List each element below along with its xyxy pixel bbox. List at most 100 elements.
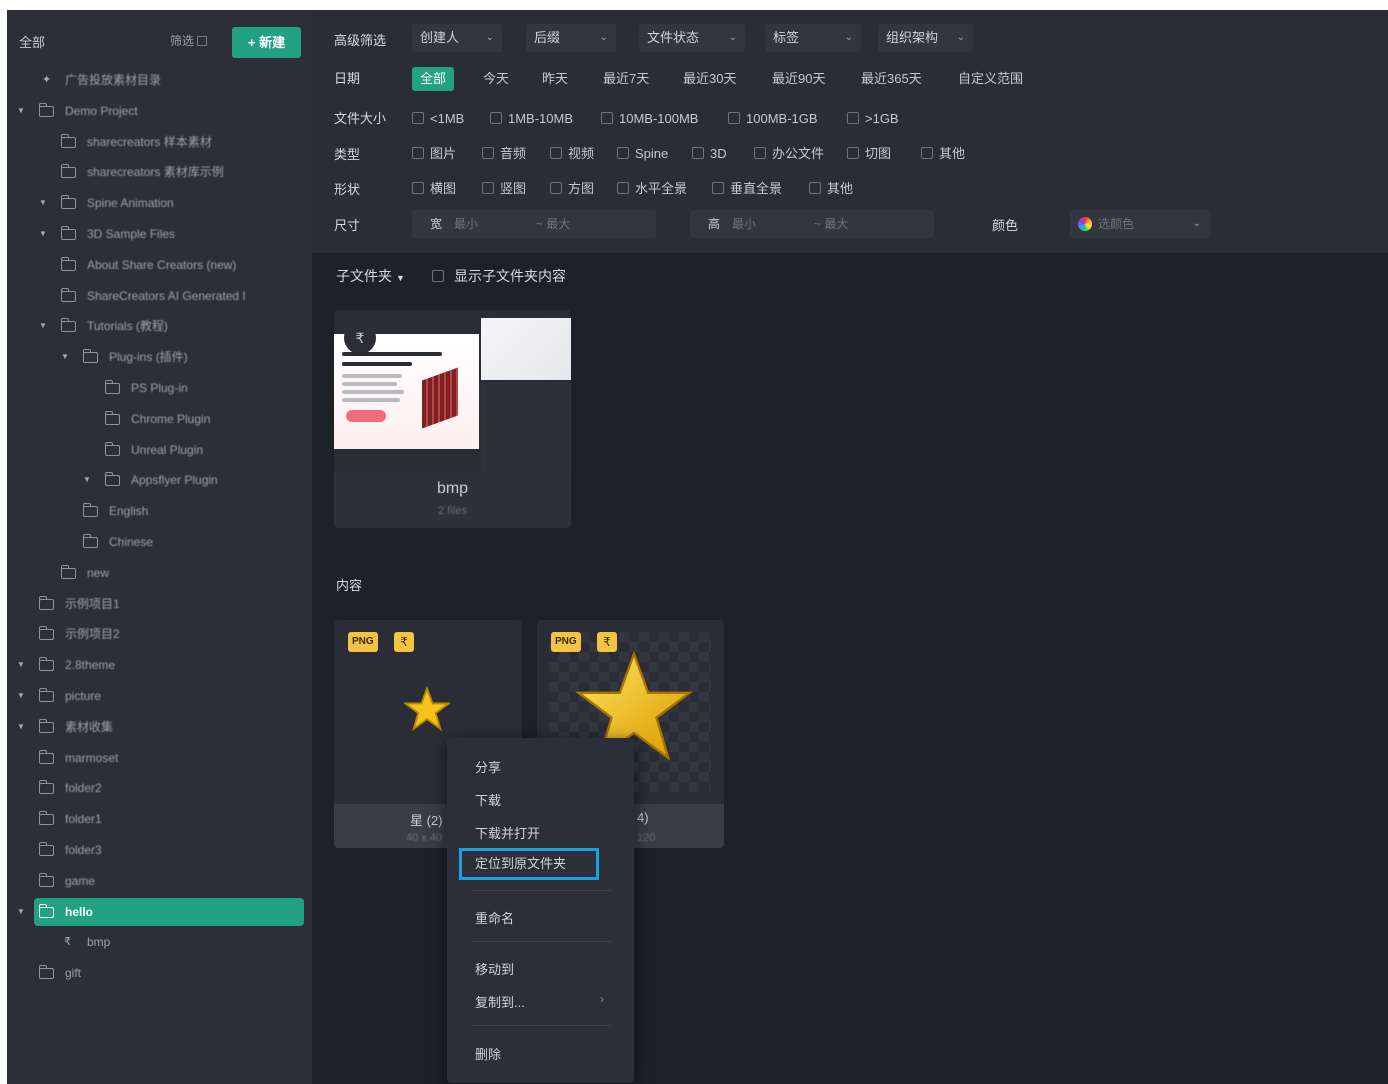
type-checkbox[interactable]: 音频 xyxy=(482,145,526,163)
date-chip-custom[interactable]: 自定义范围 xyxy=(950,67,1031,91)
type-checkbox[interactable]: 其他 xyxy=(921,145,965,163)
tree-item[interactable]: ▼ 2.8theme xyxy=(7,651,312,679)
file-size-checkbox[interactable]: >1GB xyxy=(847,110,899,128)
tree-item[interactable]: About Share Creators (new) xyxy=(7,251,312,279)
shape-checkbox[interactable]: 方图 xyxy=(550,180,594,198)
date-chip-all[interactable]: 全部 xyxy=(412,67,455,91)
tree-item-label: folder1 xyxy=(65,812,102,827)
sidebar-title[interactable]: 全部 xyxy=(19,32,45,51)
date-chip-yesterday[interactable]: 昨天 xyxy=(534,67,576,91)
tree-item[interactable]: Chinese xyxy=(7,528,312,556)
type-checkbox[interactable]: 切图 xyxy=(847,145,891,163)
tree-item-label: Appsflyer Plugin xyxy=(131,473,218,488)
expand-arrow-icon[interactable]: ▼ xyxy=(83,466,91,494)
type-checkbox[interactable]: 3D xyxy=(692,145,727,163)
tree-item[interactable]: ▼ Demo Project xyxy=(7,97,312,125)
subfolder-toggle[interactable]: 子文件夹 ▼ xyxy=(336,266,405,286)
menu-item-download-open[interactable]: 下载并打开 xyxy=(475,823,540,842)
file-size-checkbox[interactable]: 1MB-10MB xyxy=(490,110,573,128)
shape-checkbox[interactable]: 垂直全景 xyxy=(712,180,782,198)
tree-item[interactable]: PS Plug-in xyxy=(7,374,312,402)
menu-item-locate-folder[interactable]: 定位到原文件夹 xyxy=(459,848,599,880)
shape-checkbox[interactable]: 竖图 xyxy=(482,180,526,198)
folder-icon xyxy=(38,102,54,117)
tree-item[interactable]: ShareCreators AI Generated I xyxy=(7,282,312,310)
tree-item[interactable]: ▼ Appsflyer Plugin xyxy=(7,466,312,494)
shape-option-label: 其他 xyxy=(827,181,854,196)
tree-item[interactable]: folder3 xyxy=(7,836,312,864)
menu-item-copy-to[interactable]: 复制到... xyxy=(475,992,525,1011)
tree-item[interactable]: ▼ Plug-ins (插件) xyxy=(7,343,312,371)
tree-item[interactable]: folder2 xyxy=(7,774,312,802)
date-chip-90d[interactable]: 最近90天 xyxy=(764,67,833,91)
tree-item[interactable]: marmoset xyxy=(7,744,312,772)
expand-arrow-icon[interactable]: ▼ xyxy=(17,713,25,741)
type-checkbox[interactable]: 办公文件 xyxy=(754,145,824,163)
file-size-checkbox[interactable]: <1MB xyxy=(412,110,464,128)
tree-item[interactable]: Chrome Plugin xyxy=(7,405,312,433)
type-checkbox[interactable]: Spine xyxy=(617,145,668,163)
tree-item[interactable]: ▼ 素材收集 xyxy=(7,713,312,741)
tree-item[interactable]: gift xyxy=(7,959,312,987)
tree-item[interactable]: new xyxy=(7,559,312,587)
menu-item-delete[interactable]: 删除 xyxy=(475,1044,501,1063)
height-range-input[interactable]: 高 最小 ~ 最大 xyxy=(690,210,934,238)
folder-card[interactable]: ₹ bmp 2 files xyxy=(334,310,571,528)
type-checkbox[interactable]: 视频 xyxy=(550,145,594,163)
tree-item[interactable]: ▼ 3D Sample Files xyxy=(7,220,312,248)
color-dropdown[interactable]: 选颜色 ⌄ xyxy=(1070,210,1211,238)
new-button[interactable]: + 新建 xyxy=(232,27,301,58)
tree-item[interactable]: sharecreators 样本素材 xyxy=(7,128,312,156)
tree-item[interactable]: game xyxy=(7,867,312,895)
star-image xyxy=(404,686,450,732)
expand-arrow-icon[interactable]: ▼ xyxy=(17,97,25,125)
date-chip-30d[interactable]: 最近30天 xyxy=(675,67,744,91)
chevron-down-icon: ⌄ xyxy=(844,32,853,43)
menu-item-move-to[interactable]: 移动到 xyxy=(475,959,514,978)
tree-item[interactable]: Unreal Plugin xyxy=(7,436,312,464)
tree-item[interactable]: ▼ Tutorials (教程) xyxy=(7,312,312,340)
shape-checkbox[interactable]: 其他 xyxy=(809,180,853,198)
folder-icon xyxy=(38,842,54,856)
dropdown-org[interactable]: 组织架构 ⌄ xyxy=(878,24,973,52)
dimension-label: 尺寸 xyxy=(334,218,361,233)
expand-arrow-icon[interactable]: ▼ xyxy=(17,682,25,710)
tree-item[interactable]: ₹ bmp xyxy=(7,928,312,956)
tree-item[interactable]: 示例项目1 xyxy=(7,590,312,618)
menu-item-share[interactable]: 分享 xyxy=(475,757,501,776)
tree-item[interactable]: English xyxy=(7,497,312,525)
date-chip-today[interactable]: 今天 xyxy=(475,67,517,91)
dropdown-creator[interactable]: 创建人 ⌄ xyxy=(412,24,502,52)
date-chip-7d[interactable]: 最近7天 xyxy=(595,67,657,91)
expand-arrow-icon[interactable]: ▼ xyxy=(17,898,25,926)
dropdown-file-status[interactable]: 文件状态 ⌄ xyxy=(639,24,745,52)
width-range-input[interactable]: 宽 最小 ~ 最大 xyxy=(412,210,656,238)
expand-arrow-icon[interactable]: ▼ xyxy=(39,189,47,217)
tree-item[interactable]: ▼ Spine Animation xyxy=(7,189,312,217)
dropdown-tags[interactable]: 标签 ⌄ xyxy=(765,24,861,52)
expand-arrow-icon[interactable]: ▼ xyxy=(39,312,47,340)
tree-item[interactable]: folder1 xyxy=(7,805,312,833)
tree-item[interactable]: sharecreators 素材库示例 xyxy=(7,158,312,186)
tree-item-label: marmoset xyxy=(65,750,119,765)
dropdown-suffix[interactable]: 后缀 ⌄ xyxy=(526,24,616,52)
type-checkbox[interactable]: 图片 xyxy=(412,145,456,163)
tree-item-label: PS Plug-in xyxy=(131,381,188,395)
menu-item-rename[interactable]: 重命名 xyxy=(475,908,514,927)
sidebar-filter-toggle[interactable]: 筛选 xyxy=(170,32,208,49)
menu-item-download[interactable]: 下载 xyxy=(475,790,501,809)
show-subfolder-checkbox[interactable]: 显示子文件夹内容 xyxy=(432,266,566,286)
date-chip-365d[interactable]: 最近365天 xyxy=(853,67,930,91)
tree-item[interactable]: ✦ 广告投放素材目录 xyxy=(7,66,312,94)
asset-dimensions: 120 xyxy=(637,832,656,844)
shape-checkbox[interactable]: 水平全景 xyxy=(617,180,687,198)
file-size-checkbox[interactable]: 100MB-1GB xyxy=(728,110,818,128)
shape-checkbox[interactable]: 横图 xyxy=(412,180,456,198)
tree-item[interactable]: ▼ hello xyxy=(17,897,304,926)
expand-arrow-icon[interactable]: ▼ xyxy=(17,651,25,679)
expand-arrow-icon[interactable]: ▼ xyxy=(39,220,47,248)
tree-item[interactable]: 示例项目2 xyxy=(7,620,312,648)
expand-arrow-icon[interactable]: ▼ xyxy=(61,343,69,371)
file-size-checkbox[interactable]: 10MB-100MB xyxy=(601,110,698,128)
tree-item[interactable]: ▼ picture xyxy=(7,682,312,710)
